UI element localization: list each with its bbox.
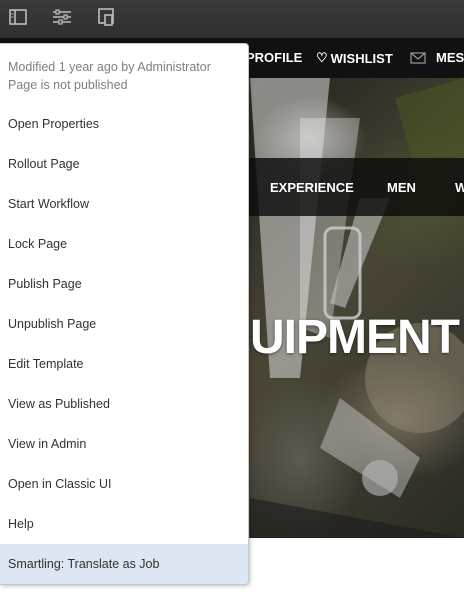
emulator-icon — [98, 8, 114, 26]
wishlist-label: WISHLIST — [330, 50, 393, 66]
page-info: Modified 1 year ago by Administrator Pag… — [0, 44, 248, 104]
menu-item-rollout-page[interactable]: Rollout Page — [0, 144, 248, 184]
side-panel-icon — [9, 9, 27, 25]
menu-item-view-in-admin[interactable]: View in Admin — [0, 424, 248, 464]
publish-status-text: Page is not published — [8, 78, 128, 92]
heart-icon: ♡ — [316, 50, 328, 65]
messages-link[interactable]: MES — [410, 50, 464, 65]
modified-text: Modified 1 year ago by Administrator — [8, 60, 211, 74]
toggle-side-panel-button[interactable] — [4, 5, 32, 29]
menu-item-start-workflow[interactable]: Start Workflow — [0, 184, 248, 224]
nav-item-experience[interactable]: EXPERIENCE — [270, 180, 354, 195]
wishlist-link[interactable]: ♡ WISHLIST — [316, 50, 393, 66]
menu-item-help[interactable]: Help — [0, 504, 248, 544]
page-properties-icon — [53, 9, 71, 25]
menu-item-edit-template[interactable]: Edit Template — [0, 344, 248, 384]
menu-item-open-in-classic-ui[interactable]: Open in Classic UI — [0, 464, 248, 504]
menu-item-view-as-published[interactable]: View as Published — [0, 384, 248, 424]
messages-label: MES — [436, 50, 464, 65]
menu-items: Open Properties Rollout Page Start Workf… — [0, 104, 248, 584]
hero-headline: UIPMENT — [250, 311, 460, 364]
menu-item-smartling-translate[interactable]: Smartling: Translate as Job — [0, 544, 248, 584]
nav-item-women[interactable]: W — [455, 180, 464, 195]
emulator-button[interactable] — [92, 5, 120, 29]
page-actions-menu: Modified 1 year ago by Administrator Pag… — [0, 43, 249, 585]
envelope-icon — [410, 51, 426, 64]
menu-item-open-properties[interactable]: Open Properties — [0, 104, 248, 144]
editor-toolbar — [0, 0, 464, 38]
menu-item-lock-page[interactable]: Lock Page — [0, 224, 248, 264]
menu-item-unpublish-page[interactable]: Unpublish Page — [0, 304, 248, 344]
profile-link[interactable]: PROFILE — [246, 50, 302, 65]
menu-item-publish-page[interactable]: Publish Page — [0, 264, 248, 304]
page-information-button[interactable] — [48, 5, 76, 29]
nav-item-men[interactable]: MEN — [387, 180, 416, 195]
